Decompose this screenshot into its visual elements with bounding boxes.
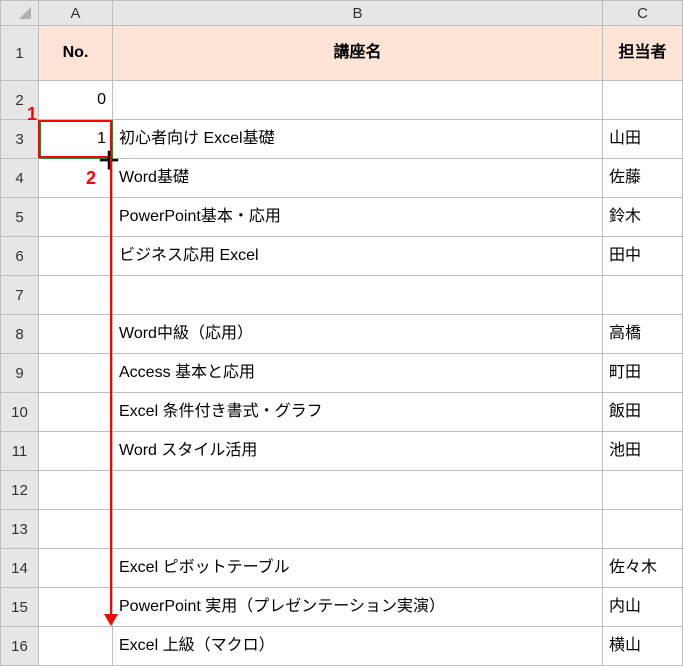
cell[interactable]: 佐藤 [603,159,683,198]
cell[interactable] [39,354,113,393]
cell[interactable]: 高橋 [603,315,683,354]
row-header[interactable]: 5 [1,198,39,237]
row-header[interactable]: 9 [1,354,39,393]
cell[interactable]: ビジネス応用 Excel [113,237,603,276]
spreadsheet-grid[interactable]: A B C 1 No. 講座名 担当者 2 0 3 1 初心者向け Excel基… [0,0,683,666]
cell[interactable] [39,510,113,549]
cell[interactable]: Word基礎 [113,159,603,198]
cell[interactable]: 町田 [603,354,683,393]
cell[interactable] [113,510,603,549]
cell[interactable] [39,276,113,315]
cell[interactable]: 内山 [603,588,683,627]
cell[interactable]: Word中級（応用） [113,315,603,354]
row-header[interactable]: 2 [1,81,39,120]
row-header[interactable]: 16 [1,627,39,666]
row-header[interactable]: 4 [1,159,39,198]
cell[interactable] [39,159,113,198]
cell[interactable]: 0 [39,81,113,120]
row-header[interactable]: 12 [1,471,39,510]
cell[interactable]: Access 基本と応用 [113,354,603,393]
cell[interactable] [603,510,683,549]
cell[interactable]: 山田 [603,120,683,159]
cell[interactable] [39,588,113,627]
cell[interactable] [113,471,603,510]
cell[interactable]: Excel ピボットテーブル [113,549,603,588]
cell[interactable]: Excel 上級（マクロ） [113,627,603,666]
cell[interactable] [39,198,113,237]
row-header[interactable]: 6 [1,237,39,276]
cell[interactable] [39,471,113,510]
cell[interactable]: No. [39,26,113,81]
cell[interactable]: Excel 条件付き書式・グラフ [113,393,603,432]
row-header[interactable]: 7 [1,276,39,315]
cell[interactable]: 担当者 [603,26,683,81]
cell[interactable]: PowerPoint 実用（プレゼンテーション実演） [113,588,603,627]
cell[interactable] [39,237,113,276]
cell[interactable] [603,81,683,120]
row-header[interactable]: 15 [1,588,39,627]
row-header[interactable]: 11 [1,432,39,471]
cell[interactable] [39,315,113,354]
row-header[interactable]: 8 [1,315,39,354]
cell[interactable]: 鈴木 [603,198,683,237]
cell[interactable]: Word スタイル活用 [113,432,603,471]
cell[interactable] [39,549,113,588]
cell[interactable]: PowerPoint基本・応用 [113,198,603,237]
column-header-b[interactable]: B [113,1,603,26]
cell[interactable] [603,471,683,510]
cell[interactable] [603,276,683,315]
row-header[interactable]: 13 [1,510,39,549]
cell[interactable] [39,393,113,432]
cell[interactable]: 初心者向け Excel基礎 [113,120,603,159]
row-header[interactable]: 14 [1,549,39,588]
cell[interactable] [39,627,113,666]
row-header[interactable]: 1 [1,26,39,81]
column-header-c[interactable]: C [603,1,683,26]
cell[interactable]: 講座名 [113,26,603,81]
cell[interactable] [113,81,603,120]
cell[interactable]: 田中 [603,237,683,276]
select-all-corner[interactable] [1,1,39,26]
cell[interactable]: 飯田 [603,393,683,432]
cell-selected[interactable]: 1 [39,120,113,159]
cell[interactable] [113,276,603,315]
cell[interactable]: 佐々木 [603,549,683,588]
cell[interactable] [39,432,113,471]
row-header[interactable]: 3 [1,120,39,159]
column-header-a[interactable]: A [39,1,113,26]
cell[interactable]: 横山 [603,627,683,666]
row-header[interactable]: 10 [1,393,39,432]
cell[interactable]: 池田 [603,432,683,471]
